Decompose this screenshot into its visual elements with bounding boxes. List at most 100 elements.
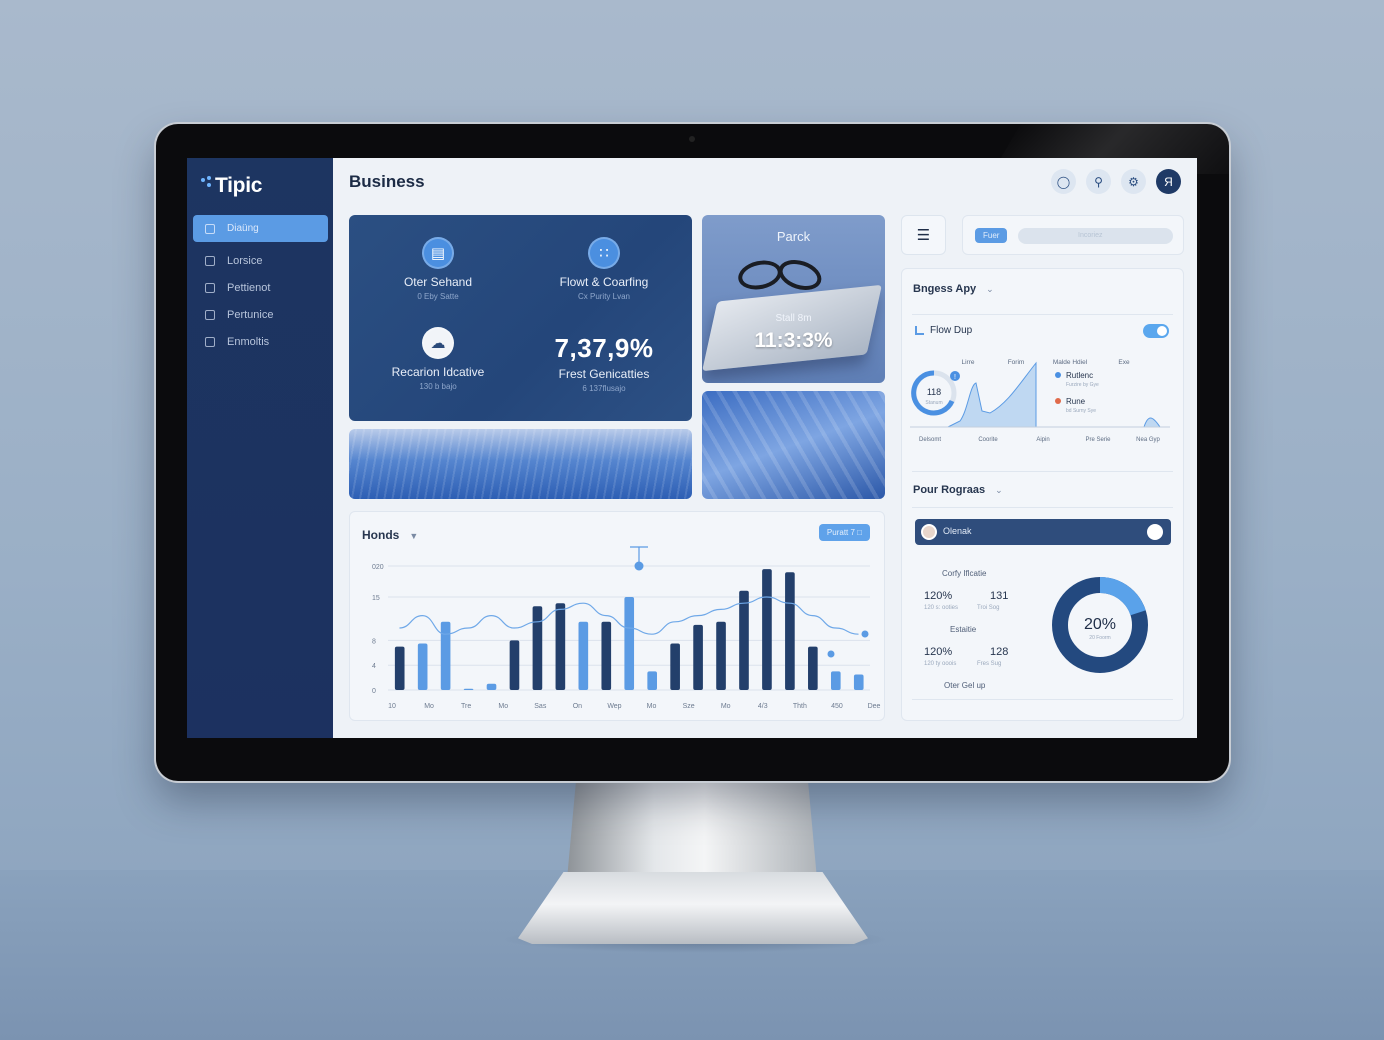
progress-slider[interactable]: Olenak xyxy=(915,519,1171,545)
stat-sub: 0 Eby Satte xyxy=(417,292,459,301)
x-tick-label: Dee xyxy=(868,703,881,710)
x-tick-label: On xyxy=(573,703,582,710)
stat-big-value: 7,37,9% xyxy=(554,333,654,363)
bar xyxy=(785,572,795,690)
metric-value: 131 xyxy=(990,590,1009,602)
divider xyxy=(912,507,1173,508)
chat-icon[interactable]: ◯ xyxy=(1051,169,1076,194)
x-tick-label: Thth xyxy=(793,703,807,710)
wave-image-wide xyxy=(349,429,692,499)
bar xyxy=(440,621,451,690)
search-filter-tag[interactable]: Fuer xyxy=(975,228,1008,243)
bar xyxy=(555,603,566,690)
line-point xyxy=(827,650,835,658)
sidebar-item-label: Diaüng xyxy=(227,223,259,234)
settings-icon[interactable]: ⚙ xyxy=(1121,169,1146,194)
donut-value: 20% xyxy=(1084,616,1116,633)
x-tick-label: Mo xyxy=(424,703,434,710)
x-tick-label: Wep xyxy=(607,703,621,710)
search-input[interactable]: Incoriez xyxy=(1018,228,1173,244)
bar xyxy=(647,671,658,690)
info-badge-glyph: ! xyxy=(954,374,956,381)
metric-value: 120% xyxy=(924,646,953,658)
metric-label: Corfy Iflcatie xyxy=(942,569,987,578)
app-logo[interactable]: Tipic xyxy=(201,174,262,198)
divider xyxy=(912,699,1173,700)
flow-toggle[interactable] xyxy=(1143,324,1169,338)
chevron-down-icon: ⌄ xyxy=(995,485,1003,495)
bar xyxy=(601,621,612,690)
x-tick-label: Tre xyxy=(461,703,471,710)
stat-sub: 6 137flusajo xyxy=(582,384,626,393)
mini-x-label: Pre Serie xyxy=(1085,437,1111,443)
metric-sub: Fres Sug xyxy=(977,661,1002,667)
sidebar-item-enmoltis[interactable]: Enmoltis xyxy=(193,328,328,355)
y-tick-label: 020 xyxy=(372,564,384,571)
photo-tile[interactable]: Parck Stall 8m 11:3:3% xyxy=(702,215,885,383)
sidebar-item-label: Pertunice xyxy=(227,308,274,321)
bar xyxy=(624,597,635,690)
mini-x-label: Aipin xyxy=(1036,437,1049,443)
area-series-tail xyxy=(1036,417,1161,428)
business-panel: Bngess Apy ⌄ Flow Dup Lirre Forim Malde Hdi… xyxy=(901,268,1184,721)
sidebar-item-diaung[interactable]: Diaüng xyxy=(193,215,328,242)
chart-filter-button[interactable]: Puratt 7 □ xyxy=(818,524,870,541)
search-icon[interactable]: ⚲ xyxy=(1086,169,1111,194)
bar xyxy=(670,643,680,690)
sidebar-item-label: Lorsice xyxy=(227,254,263,267)
flow-label: Flow Dup xyxy=(930,325,973,336)
x-tick-label: Sze xyxy=(683,703,695,710)
stat-flowt-coarfing[interactable]: ∷ Flowt & Coarfing Cx Purity Lvan xyxy=(519,237,689,301)
slider-handle[interactable] xyxy=(1147,524,1163,540)
y-tick-label: 15 xyxy=(372,595,380,602)
avatar[interactable]: Я xyxy=(1156,169,1181,194)
section-title-bngess[interactable]: Bngess Apy ⌄ xyxy=(913,283,994,295)
stat-frest-genicatties[interactable]: 7,37,9% Frest Genicatties 6 137flusajo xyxy=(519,333,689,393)
divider xyxy=(912,471,1173,472)
chevron-down-icon: ⌄ xyxy=(986,284,994,294)
legend-sub: Furzire by Gye xyxy=(1066,382,1099,388)
bar xyxy=(417,643,428,690)
mini-x-label: Coorite xyxy=(978,437,998,443)
grid-icon: ∷ xyxy=(588,237,620,269)
x-tick-label: 4/3 xyxy=(758,703,768,710)
gauge-value: 118 xyxy=(927,387,941,397)
legend-dot xyxy=(1055,398,1061,404)
x-tick-label: 10 xyxy=(388,703,396,710)
stat-recarion[interactable]: ☁ Recarion Idcative 130 b bajo xyxy=(353,327,523,391)
line-point xyxy=(861,630,869,638)
stat-oter-sehand[interactable]: ▤ Oter Sehand 0 Eby Satte xyxy=(353,237,523,301)
chevron-down-icon: ▼ xyxy=(409,531,419,541)
mini-col-label: Lirre xyxy=(961,359,974,366)
bar xyxy=(693,624,703,690)
top-bar: Business ◯ ⚲ ⚙ Я xyxy=(333,158,1197,204)
wave-image-small xyxy=(702,391,885,499)
document-icon: ▤ xyxy=(422,237,454,269)
person-icon xyxy=(205,282,215,293)
sidebar-item-pertunice[interactable]: Pertunice xyxy=(193,301,328,328)
avatar xyxy=(921,524,937,540)
legend-sub: bd Surny Sye xyxy=(1066,408,1096,414)
sidebar-item-lorsice[interactable]: Lorsice xyxy=(193,247,328,274)
y-tick-label: 8 xyxy=(372,638,376,645)
monitor-stand-base xyxy=(518,872,868,944)
chart-title[interactable]: Honds ▼ xyxy=(362,528,418,542)
menu-button[interactable]: ☰ xyxy=(901,215,946,255)
metric-value: 120% xyxy=(924,590,953,602)
area-series xyxy=(947,361,1037,428)
sidebar: Tipic Diaüng Lorsice Pettienot Pertunice… xyxy=(187,158,333,738)
x-tick-label: 450 xyxy=(831,703,843,710)
metric-sub: 120 s: ooties xyxy=(924,605,959,611)
bar xyxy=(739,590,749,690)
section-title-pour-rograas[interactable]: Pour Rograas ⌄ xyxy=(913,484,1003,496)
sidebar-item-label: Pettienot xyxy=(227,281,271,294)
mini-x-label: Nea Gyp xyxy=(1136,437,1160,443)
hamburger-icon: ☰ xyxy=(916,227,931,244)
dashboard-screen: Tipic Diaüng Lorsice Pettienot Pertunice… xyxy=(187,158,1197,738)
stats-tile: ▤ Oter Sehand 0 Eby Satte ∷ Flowt & Coar… xyxy=(349,215,692,421)
bar xyxy=(716,621,726,690)
photo-title: Parck xyxy=(776,229,811,244)
sidebar-item-pettienot[interactable]: Pettienot xyxy=(193,274,328,301)
sidebar-item-label: Enmoltis xyxy=(227,335,270,348)
bar xyxy=(808,646,818,690)
